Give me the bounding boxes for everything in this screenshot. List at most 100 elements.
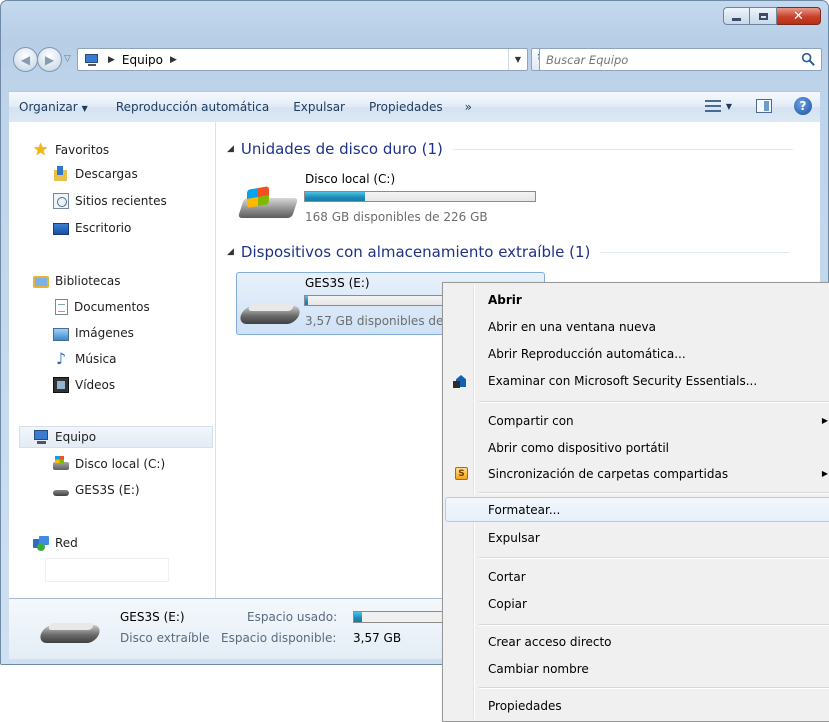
sidebar-item-usb-drive[interactable]: GES3S (E:) xyxy=(53,479,140,501)
sidebar-item-desktop[interactable]: Escritorio xyxy=(53,217,131,239)
sidebar-item-libraries[interactable]: Bibliotecas xyxy=(33,270,120,292)
videos-icon xyxy=(53,377,69,393)
drive-usage-bar xyxy=(304,191,536,202)
window-controls: ✕ xyxy=(723,7,821,27)
sidebar-item-downloads[interactable]: Descargas xyxy=(53,163,138,185)
group-title: Dispositivos con almacenamiento extraíbl… xyxy=(240,243,591,261)
sidebar-item-favorites[interactable]: ★ Favoritos xyxy=(33,139,109,161)
sidebar-item-computer[interactable]: Equipo xyxy=(19,426,213,448)
sidebar-item-label: Vídeos xyxy=(75,378,116,392)
recent-pages-dropdown[interactable]: ▽ xyxy=(64,54,71,64)
forward-button[interactable]: ▶ xyxy=(37,47,62,72)
sidebar-item-local-disk[interactable]: Disco local (C:) xyxy=(53,453,165,475)
libraries-icon xyxy=(33,273,49,289)
sidebar-item-videos[interactable]: Vídeos xyxy=(53,374,115,396)
back-arrow-icon: ◀ xyxy=(20,52,31,67)
menu-item-copy[interactable]: Copiar xyxy=(445,591,829,616)
sidebar-item-documents[interactable]: Documentos xyxy=(53,296,150,318)
menu-item-label: Copiar xyxy=(488,596,527,611)
menu-item-open-autoplay[interactable]: Abrir Reproducción automática... xyxy=(445,341,829,366)
properties-button[interactable]: Propiedades xyxy=(355,100,453,114)
breadcrumb-equipo[interactable]: Equipo xyxy=(122,53,163,67)
sidebar-item-network[interactable]: Red xyxy=(33,532,78,554)
drive-usage-fill xyxy=(305,296,308,305)
menu-separator xyxy=(479,401,829,403)
sidebar-item-label: Escritorio xyxy=(75,221,132,235)
menu-item-properties[interactable]: Propiedades xyxy=(445,693,829,718)
sidebar-item-label: Música xyxy=(75,352,117,366)
menu-separator xyxy=(479,492,829,494)
drive-free-space: 168 GB disponibles de 226 GB xyxy=(305,210,488,224)
search-box[interactable] xyxy=(539,48,822,71)
network-icon xyxy=(33,535,49,551)
collapse-triangle-icon[interactable]: ◢ xyxy=(227,247,234,257)
view-dropdown-icon[interactable]: ▼ xyxy=(726,102,732,111)
eject-button[interactable]: Expulsar xyxy=(279,100,355,114)
group-title: Unidades de disco duro (1) xyxy=(240,140,443,158)
sidebar-item-label: Red xyxy=(55,536,78,550)
menu-item-share-with[interactable]: Compartir con ▶ xyxy=(445,408,829,433)
organize-menu-button[interactable]: Organizar ▼ xyxy=(9,100,98,114)
menu-item-open-portable[interactable]: Abrir como dispositivo portátil xyxy=(445,435,829,460)
group-divider xyxy=(452,148,793,150)
organize-label: Organizar xyxy=(19,100,78,114)
menu-item-rename[interactable]: Cambiar nombre xyxy=(445,656,829,681)
menu-separator xyxy=(479,557,829,559)
sidebar-item-images[interactable]: Imágenes xyxy=(53,322,134,344)
address-bar[interactable]: ▶ Equipo ▶ ▼ xyxy=(77,48,528,71)
group-header-removable[interactable]: ◢ Dispositivos con almacenamiento extraí… xyxy=(227,241,791,263)
submenu-arrow-icon: ▶ xyxy=(821,416,828,425)
recent-places-icon xyxy=(53,193,69,209)
menu-item-eject[interactable]: Expulsar xyxy=(445,525,829,550)
address-dropdown-icon[interactable]: ▼ xyxy=(508,49,527,70)
group-header-hard-disks[interactable]: ◢ Unidades de disco duro (1) xyxy=(227,138,793,160)
menu-item-label: Sincronización de carpetas compartidas xyxy=(488,466,729,481)
details-free-value: 3,57 GB xyxy=(353,631,402,645)
search-icon[interactable] xyxy=(801,52,816,67)
minimize-icon xyxy=(732,17,741,21)
star-icon: ★ xyxy=(33,140,49,160)
images-icon xyxy=(53,327,69,341)
usb-drive-icon xyxy=(237,292,303,332)
maximize-button[interactable] xyxy=(750,7,777,25)
sync-folders-icon: S xyxy=(455,467,468,480)
menu-item-sync-shared[interactable]: S Sincronización de carpetas compartidas… xyxy=(445,461,829,486)
details-usage-bar xyxy=(353,611,449,623)
menu-item-scan-mse[interactable]: Examinar con Microsoft Security Essentia… xyxy=(445,368,829,393)
computer-icon xyxy=(83,53,101,67)
hard-disk-icon xyxy=(53,456,69,472)
preview-pane-icon[interactable] xyxy=(756,99,772,113)
usb-drive-icon xyxy=(37,611,103,651)
menu-separator xyxy=(479,624,829,626)
desktop-icon xyxy=(53,223,69,235)
menu-item-open-new-window[interactable]: Abrir en una ventana nueva xyxy=(445,314,829,339)
menu-item-open[interactable]: Abrir xyxy=(445,287,829,312)
sidebar-item-music[interactable]: ♪ Música xyxy=(53,348,117,370)
sidebar-item-label: Descargas xyxy=(75,167,138,181)
menu-item-create-shortcut[interactable]: Crear acceso directo xyxy=(445,629,829,654)
menu-item-format[interactable]: Formatear... xyxy=(445,497,829,522)
breadcrumb-chevron-icon[interactable]: ▶ xyxy=(170,55,177,65)
drive-name: GES3S (E:) xyxy=(305,276,370,290)
group-divider xyxy=(600,251,791,253)
breadcrumb-chevron-icon[interactable]: ▶ xyxy=(108,55,115,65)
minimize-button[interactable] xyxy=(723,7,750,25)
menu-item-cut[interactable]: Cortar xyxy=(445,564,829,589)
search-input[interactable] xyxy=(546,50,796,69)
more-commands-button[interactable]: » xyxy=(453,100,482,114)
help-icon[interactable]: ? xyxy=(794,97,812,115)
sidebar-item-label: Bibliotecas xyxy=(55,274,121,288)
back-button[interactable]: ◀ xyxy=(13,47,38,72)
menu-item-label: Compartir con xyxy=(488,413,574,428)
change-view-icon[interactable] xyxy=(704,99,721,113)
menu-item-label: Expulsar xyxy=(488,530,540,545)
collapse-triangle-icon[interactable]: ◢ xyxy=(227,144,234,154)
sidebar-item-label: Imágenes xyxy=(75,326,134,340)
sidebar-item-recent[interactable]: Sitios recientes xyxy=(53,190,167,212)
close-button[interactable]: ✕ xyxy=(777,7,821,25)
forward-arrow-icon: ▶ xyxy=(44,52,55,67)
usb-drive-icon xyxy=(53,482,69,498)
autoplay-button[interactable]: Reproducción automática xyxy=(98,100,279,114)
documents-icon xyxy=(55,299,68,315)
drive-usage-fill xyxy=(305,192,365,201)
